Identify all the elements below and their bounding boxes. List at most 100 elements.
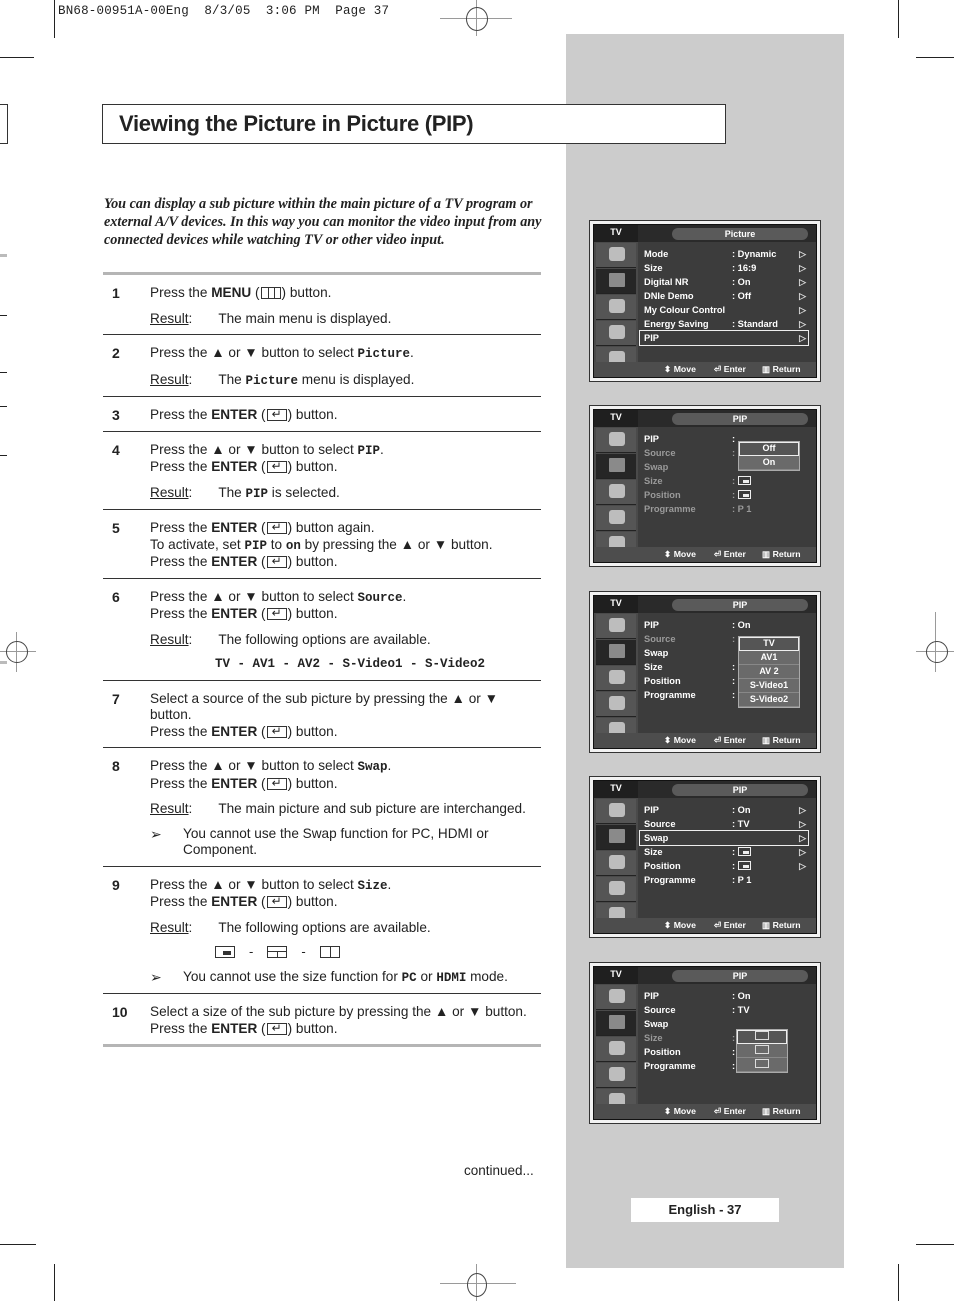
osd-menu-item[interactable]: Programme: P 1 [644,873,808,887]
osd-menu-item[interactable]: Position: ▷ [644,859,808,873]
step-instruction: Press the ENTER () button. [150,406,541,424]
chevron-right-icon: ▷ [799,819,806,829]
picture-icon[interactable] [596,269,636,294]
picture-icon[interactable] [596,640,636,665]
sound-icon[interactable] [596,480,636,505]
osd-menu-item[interactable]: Digital NR: On ▷ [644,275,808,289]
dropdown-option[interactable]: AV1 [739,651,799,665]
menu-term: Source [357,590,403,605]
input-icon[interactable] [596,985,636,1010]
sound-icon[interactable] [596,1037,636,1062]
osd-menu-rows: Mode: Dynamic ▷ Size: 16:9 ▷ Digital NR: On ▷… [639,247,809,346]
step-body: Press the ▲ or ▼ button to select Swap. P… [150,758,541,859]
osd-menu-item[interactable]: PIP: On ▷ [644,803,808,817]
osd-item-value: : On [732,620,751,630]
step-instruction: To activate, set PIP to on by pressing t… [150,536,493,553]
osd-menu-item[interactable]: Size: ▷ [644,845,808,859]
chevron-right-icon: ▷ [799,333,806,343]
osd-panel: TV PIP PIP: On Source: Swap Size: Position: Pro… [593,595,817,749]
step-instruction: Press the ▲ or ▼ button to select Size. [150,876,392,893]
osd-item-label: Source [644,448,676,458]
chevron-right-icon: ▷ [799,263,806,273]
input-icon[interactable] [596,243,636,268]
step-number: 2 [112,345,120,361]
osd-menu-item[interactable]: Energy Saving: Standard ▷ [644,317,808,331]
osd-item-value: : [732,676,736,686]
osd-item-value: : [732,488,752,502]
osd-menu-item[interactable]: Swap ▷ [639,830,809,846]
step-item: 8 Press the ▲ or ▼ button to select Swap.… [103,748,541,867]
picture-icon-glyph [609,273,625,287]
osd-panel: TV Picture Mode: Dynamic ▷ Size: 16:9 ▷ Digita… [593,224,817,378]
picture-icon[interactable] [596,454,636,479]
edge-mark [0,372,7,373]
channel-icon[interactable] [596,506,636,531]
note-text: You cannot use the Swap function for PC,… [183,825,489,858]
dropdown-option[interactable] [737,1058,787,1072]
picture-icon[interactable] [596,1011,636,1036]
osd-menu-item[interactable]: Size: 16:9 ▷ [644,261,808,275]
osd-menu-item[interactable]: PIP: On [644,618,808,632]
dropdown-option[interactable]: On [739,456,799,470]
dropdown-option[interactable] [737,1044,787,1058]
pip-window-icon [738,490,752,499]
separator: - [301,944,306,959]
step-result: Result: The following options are availab… [150,919,431,935]
title-box-left-edge [0,104,8,144]
dropdown-option[interactable]: S-Video2 [739,693,799,707]
enter-button-icon [266,1020,287,1036]
dropdown-option[interactable] [737,1030,787,1044]
osd-item-label: PIP [644,805,659,815]
dropdown-option[interactable]: TV [739,637,799,651]
osd-item-value: : On [732,991,751,1001]
step-item: 6 Press the ▲ or ▼ button to select Sourc… [103,579,541,681]
osd-menu-item[interactable]: Position: [644,488,808,502]
osd-menu-item[interactable]: My Colour Control ▷ [644,303,808,317]
osd-menu-item[interactable]: Source: TV ▷ [644,817,808,831]
osd-menu-item[interactable]: Source: TV [644,1003,808,1017]
osd-menu-item[interactable]: Size: [644,474,808,488]
enter-hint: ⏎ Enter [714,549,746,559]
menu-term: PIP [244,538,267,553]
picture-icon[interactable] [596,825,636,850]
osd-menu-rows: PIP: On ▷ Source: TV ▷ Swap ▷ Size: ▷ Position: ▷… [639,803,809,887]
osd-item-value: : [732,1047,736,1057]
step-result: Result: The main menu is displayed. [150,310,392,326]
dropdown-option[interactable]: AV 2 [739,665,799,679]
key-name: ENTER [211,894,258,909]
split-window-icon [755,1059,769,1068]
step-item: 5 Press the ENTER () button again.To acti… [103,510,541,579]
result-text: The Picture menu is displayed. [218,371,415,388]
osd-header: TV PIP [594,967,816,984]
input-icon[interactable] [596,428,636,453]
input-icon[interactable] [596,799,636,824]
osd-menu-item[interactable]: Programme: P 1 [644,502,808,516]
channel-icon[interactable] [596,1063,636,1088]
chevron-right-icon: ▷ [799,861,806,871]
step-result: Result: The following options are availab… [150,631,431,647]
dropdown-option[interactable]: S-Video1 [739,679,799,693]
osd-panel: TV PIP PIP: Source: Swap Size: Position: Progra… [593,409,817,563]
sound-icon[interactable] [596,851,636,876]
step-body: Press the ▲ or ▼ button to select PIP. Pr… [150,442,541,503]
sound-icon[interactable] [596,666,636,691]
key-name: ENTER [211,1020,258,1036]
step-instruction: Select a source of the sub picture by pr… [150,690,499,723]
size-options: -- [215,944,541,961]
channel-icon[interactable] [596,877,636,902]
channel-icon-glyph [609,1067,625,1081]
osd-menu-item[interactable]: PIP ▷ [639,330,809,346]
channel-icon[interactable] [596,692,636,717]
osd-menu-item[interactable]: Mode: Dynamic ▷ [644,247,808,261]
input-icon[interactable] [596,614,636,639]
key-name: ENTER [211,459,258,474]
osd-menu-item[interactable]: PIP: On [644,989,808,1003]
channel-icon[interactable] [596,321,636,346]
return-hint: ▥ Return [762,1106,801,1116]
steps-list: 1 Press the MENU () button. Result: The mai… [103,272,541,1047]
osd-menu-item[interactable]: DNIe Demo: Off ▷ [644,289,808,303]
osd-item-label: Mode [644,249,669,259]
step-number: 3 [112,407,120,423]
sound-icon[interactable] [596,295,636,320]
dropdown-option[interactable]: Off [739,442,799,456]
